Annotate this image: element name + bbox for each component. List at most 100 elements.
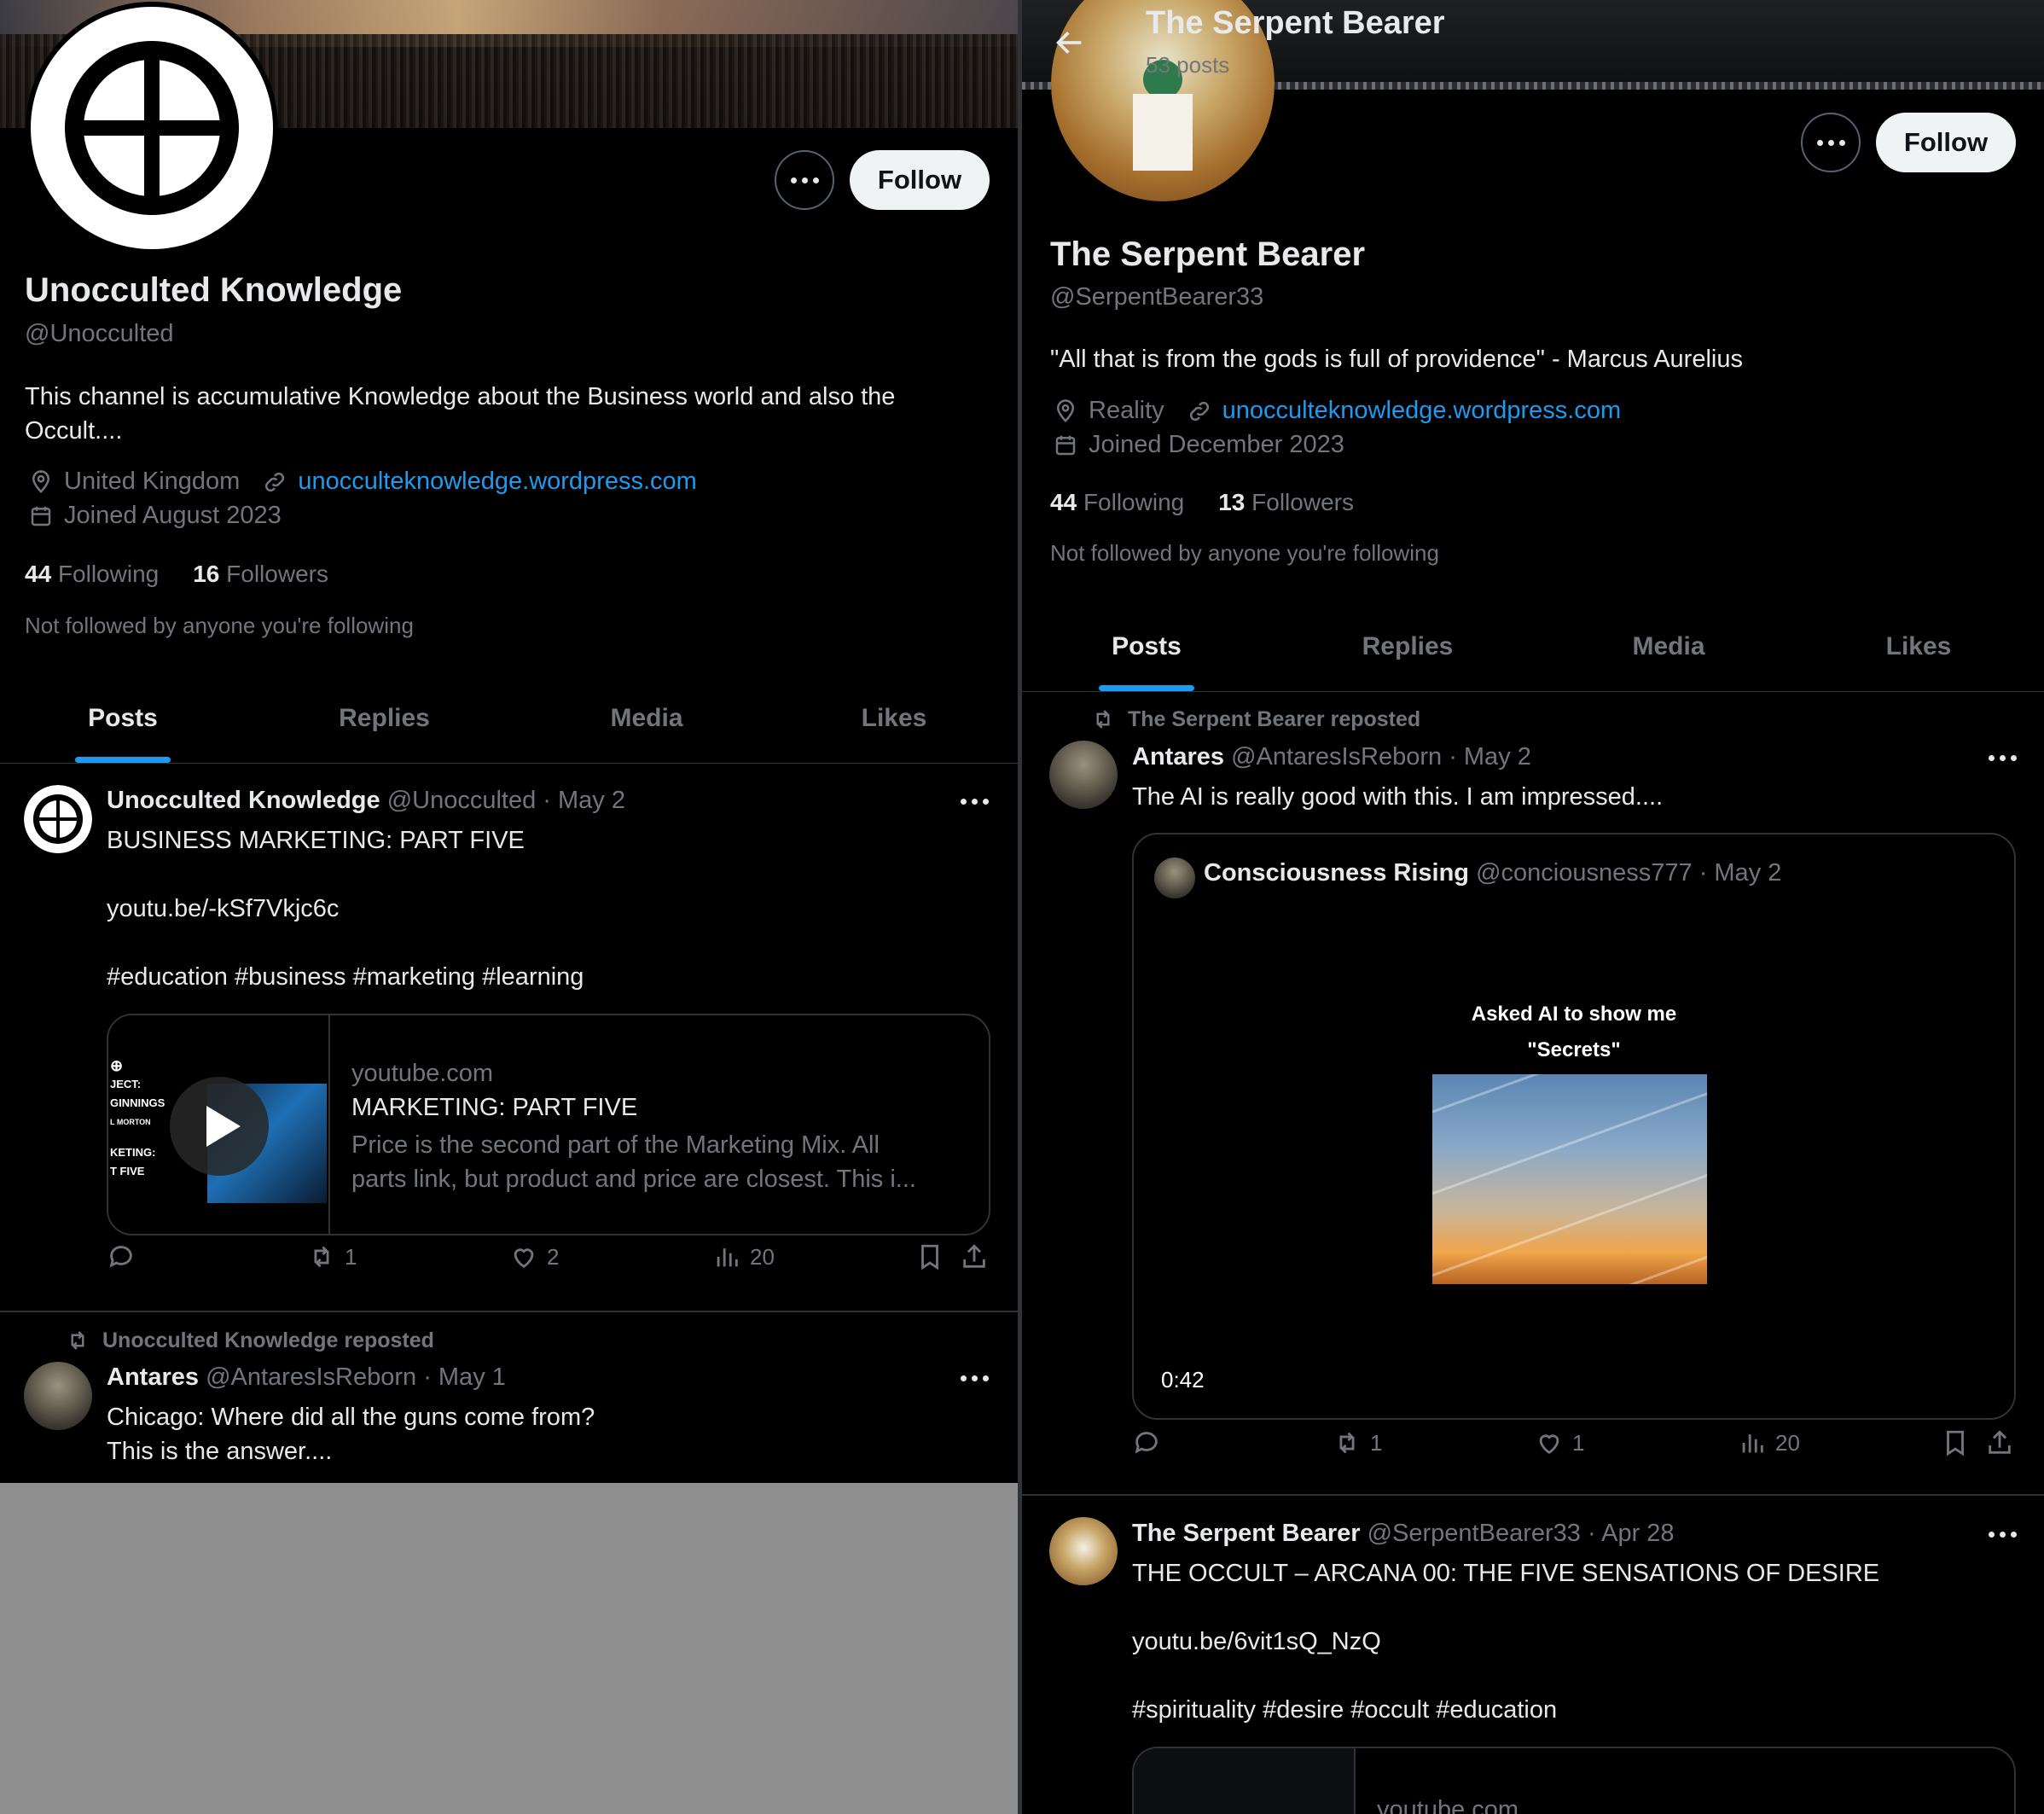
statue-image [24,1362,92,1430]
views-button[interactable]: 20 [712,1242,775,1271]
profile-bio: This channel is accumulative Knowledge a… [25,383,896,445]
post-author-handle[interactable]: @SerpentBearer33 [1368,1520,1581,1547]
back-button[interactable] [1053,26,1087,60]
tab-media[interactable]: Media [523,683,770,763]
post-date[interactable]: · May 1 [423,1363,506,1391]
card-domain: youtube.com [1377,1796,1519,1814]
quoted-author-name[interactable]: Consciousness Rising [1204,859,1469,887]
egyptian-figure-image [1049,1517,1118,1585]
post-link[interactable]: youtu.be/6vit1sQ_NzQ [1132,1625,1381,1659]
following-count-link[interactable]: 44 Following [25,561,159,588]
repost-indicator[interactable]: Unocculted Knowledge reposted [65,1328,434,1353]
views-button[interactable]: 20 [1738,1428,1800,1457]
post-date[interactable]: · May 2 [543,787,625,814]
post-author-handle[interactable]: @AntaresIsReborn [1231,743,1442,770]
tab-replies[interactable]: Replies [1271,610,1544,691]
followers-count-link[interactable]: 13 Followers [1218,489,1354,516]
post-text: The AI is really good with this. I am im… [1132,783,1664,811]
header-title: The Serpent Bearer [1146,5,1445,41]
cross-logo-icon [24,785,92,853]
more-options-button[interactable] [775,150,834,210]
like-button[interactable]: 2 [509,1242,559,1271]
tab-posts[interactable]: Posts [0,683,246,763]
tab-media[interactable]: Media [1544,610,1793,691]
post-author-avatar[interactable] [1049,1517,1118,1585]
post-more-icon[interactable] [1989,1532,2017,1538]
tab-likes[interactable]: Likes [1793,610,2044,691]
post-header: Antares @AntaresIsReborn · May 2 [1132,743,1531,771]
quoted-post-card[interactable]: Consciousness Rising @conciousness777 · … [1132,833,2016,1420]
profile-counts: 44 Following 16 Followers [25,561,328,588]
post-more-icon[interactable] [961,1375,989,1381]
play-button[interactable] [170,1077,269,1176]
reply-icon [109,1246,132,1268]
post-author-name[interactable]: Antares [107,1363,199,1391]
reply-button[interactable] [107,1242,136,1271]
profile-avatar[interactable] [26,2,278,254]
profile-joined-row: Joined December 2023 [1053,431,1344,459]
post-author-name[interactable]: Unocculted Knowledge [107,787,380,814]
tab-likes[interactable]: Likes [770,683,1018,763]
bookmark-button[interactable] [1941,1428,1970,1457]
calendar-icon [31,506,51,526]
profile-website-link[interactable]: unocculteknowledge.wordpress.com [298,468,696,496]
post-hashtags[interactable]: #education #business #marketing #learnin… [107,960,584,994]
post-author-avatar[interactable] [24,785,92,853]
reply-button[interactable] [1132,1428,1161,1457]
share-icon [1989,1430,2011,1454]
profile-joined: Joined December 2023 [1089,431,1344,458]
location-icon [1056,398,1075,422]
profile-website-link[interactable]: unocculteknowledge.wordpress.com [1222,397,1621,425]
post-author-avatar[interactable] [1049,741,1118,809]
post-author-avatar[interactable] [24,1362,92,1430]
video-thumbnail: ⊕ JECT: GINNINGS L MORTON KETING: T FIVE [108,1015,330,1234]
bookmark-button[interactable] [915,1242,944,1271]
post-date[interactable]: · Apr 28 [1588,1520,1675,1547]
post-more-icon[interactable] [961,799,989,805]
quoted-author-avatar [1154,858,1195,898]
post-author-name[interactable]: Antares [1132,743,1224,770]
heart-icon [1539,1434,1559,1455]
repost-button[interactable]: 1 [307,1242,357,1271]
post-separator [1022,1494,2044,1496]
following-count-link[interactable]: 44 Following [1050,489,1184,516]
post-hashtags[interactable]: #spirituality #desire #occult #education [1132,1693,1557,1727]
share-button[interactable] [1985,1428,2014,1457]
post-header: Antares @AntaresIsReborn · May 1 [107,1363,506,1392]
reply-icon [1135,1432,1158,1454]
thumbnail-text: ⊕ JECT: GINNINGS L MORTON KETING: T FIVE [110,1057,165,1177]
more-options-button[interactable] [1801,113,1861,172]
video-frame-sky-image[interactable] [1432,1074,1707,1284]
right-profile-panel: The Serpent Bearer 53 posts Follow The S… [1022,0,2044,1814]
profile-tabs: Posts Replies Media Likes [1022,610,2044,692]
repost-button[interactable]: 1 [1333,1428,1382,1457]
post-author-name[interactable]: The Serpent Bearer [1132,1520,1361,1547]
tab-replies[interactable]: Replies [246,683,523,763]
link-preview-card[interactable]: youtube.com [1132,1747,2016,1814]
left-profile-panel: Follow Unocculted Knowledge @Unocculted … [0,0,1018,1814]
post-separator [0,1311,1018,1312]
post-author-handle[interactable]: @AntaresIsReborn [206,1363,416,1391]
followers-count-link[interactable]: 16 Followers [193,561,328,588]
cross-logo-icon [31,7,273,249]
more-icon [790,177,819,183]
share-button[interactable] [960,1242,989,1271]
profile-meta-row: Reality unocculteknowledge.wordpress.com [1053,397,1621,425]
card-title: MARKETING: PART FIVE [351,1094,638,1121]
profile-handle: @Unocculted [25,320,174,347]
repost-icon [71,1331,84,1350]
header-post-count: 53 posts [1146,52,1230,78]
bookmark-icon [1947,1430,1964,1456]
repost-indicator[interactable]: The Serpent Bearer reposted [1090,706,1420,732]
link-preview-card[interactable]: ⊕ JECT: GINNINGS L MORTON KETING: T FIVE… [107,1014,990,1235]
follow-button[interactable]: Follow [1876,113,2016,172]
like-button[interactable]: 1 [1535,1428,1584,1457]
post-author-handle[interactable]: @Unocculted [387,787,537,814]
repost-icon [1096,710,1110,729]
post-link[interactable]: youtu.be/-kSf7Vkjc6c [107,892,339,926]
more-icon [1816,139,1845,146]
follow-button[interactable]: Follow [850,150,990,210]
tab-posts[interactable]: Posts [1022,610,1271,691]
post-date[interactable]: · May 2 [1449,743,1531,770]
post-more-icon[interactable] [1989,755,2017,761]
